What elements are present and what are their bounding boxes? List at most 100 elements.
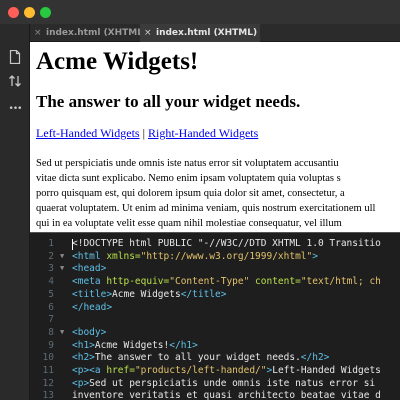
code-token: Sed ut perspiciatis unde omnis iste natu… [89,377,376,389]
code-token: </h1> [169,339,198,351]
code-text: <h1>Acme Widgets!</h1> [72,339,198,352]
code-line[interactable]: 4 <meta http-equiv="Content-Type" content… [30,275,400,288]
line-number: 9 [48,339,54,351]
code-token: <meta [72,276,107,288]
tab-label: index.html (XHTML) [46,28,140,38]
code-line[interactable]: 13 inventore veritatis et quasi architect… [30,389,400,400]
preview-heading: Acme Widgets! [36,48,199,75]
zoom-window-button[interactable] [40,7,51,18]
paragraph-line: vitae dicta sunt explicabo. Nemo enim ip… [36,173,341,184]
minimize-window-button[interactable] [24,7,35,18]
code-editor[interactable]: 1 <!DOCTYPE html PUBLIC "-//W3C//DTD XHTM… [30,233,400,400]
code-text: <head> [72,262,106,275]
line-number: 10 [42,352,54,364]
code-token: xmlns= [106,250,141,262]
code-token: <!DOCTYPE html PUBLIC "-//W3C//DTD XHTML… [72,238,381,249]
code-token: Acme Widgets [112,288,181,300]
paragraph-line: quaerat voluptatem. Ut enim ad minima ve… [36,203,376,214]
code-line[interactable]: 9 <h1>Acme Widgets!</h1> [30,339,400,352]
line-number: 6 [48,301,54,313]
tab-close-icon[interactable]: × [34,24,42,42]
fold-toggle-icon[interactable]: ▼ [60,326,68,339]
line-number: 7 [48,314,54,326]
code-line[interactable]: 5 <title>Acme Widgets</title> [30,288,400,301]
live-preview-pane: Acme Widgets! The answer to all your wid… [30,42,400,232]
code-text: <html xmlns="http://www.w3.org/1999/xhtm… [72,250,318,263]
line-number: 11 [42,365,54,376]
fold-toggle-icon[interactable]: ▼ [60,250,68,263]
link-separator: | [142,126,145,140]
right-handed-widgets-link[interactable]: Right-Handed Widgets [148,126,258,140]
side-toolbar: ••• [0,24,30,400]
code-line[interactable]: 7 [30,313,400,326]
code-text: <!DOCTYPE html PUBLIC "-//W3C//DTD XHTML… [72,237,381,250]
more-icon[interactable]: ••• [0,104,30,114]
preview-links: Left-Handed Widgets | Right-Handed Widge… [36,126,258,141]
code-token: <title> [72,288,113,300]
code-text: <p><a href="products/left-handed/">Left-… [72,364,381,377]
code-token: </title> [180,288,227,300]
code-text: <h2>The answer to all your widget needs.… [72,351,329,364]
code-token: "text/html; ch [300,276,381,288]
code-token: "Content-Type" [169,276,250,288]
code-token: content= [249,276,301,288]
tab-index-xhtml-1[interactable]: × index.html (XHTML) [30,24,140,42]
code-token: The answer to all your widget needs. [94,352,301,364]
code-token: href= [106,365,135,376]
code-token: <p><a [72,365,107,376]
code-text: <meta http-equiv="Content-Type" content=… [72,275,381,288]
line-number: 4 [48,276,54,288]
line-number: 13 [42,390,54,400]
code-token: </h2> [300,352,330,364]
code-text: <body> [72,326,106,339]
code-text: <title>Acme Widgets</title> [72,288,226,301]
code-line[interactable]: 2 ▼ <html xmlns="http://www.w3.org/1999/xh… [30,250,400,263]
line-number: 1 [48,238,54,249]
code-token: "products/left-handed/" [134,365,267,376]
code-token: <h1> [72,339,95,351]
title-bar [0,0,400,24]
code-token: <html [72,250,107,262]
tab-bar: × index.html (XHTML) × index.html (XHTML… [30,24,400,42]
file-icon[interactable] [0,50,30,64]
code-line[interactable]: 1 <!DOCTYPE html PUBLIC "-//W3C//DTD XHTM… [30,237,400,250]
tab-index-xhtml-2[interactable]: × index.html (XHTML) [140,24,260,42]
code-token: Acme Widgets! [94,339,170,351]
paragraph-line: porro quisquam est, qui dolorem ipsum qu… [36,188,345,199]
left-handed-widgets-link[interactable]: Left-Handed Widgets [36,126,140,140]
code-line[interactable]: 12 <p>Sed ut perspiciatis unde omnis iste… [30,377,400,390]
code-text: <p>Sed ut perspiciatis unde omnis iste n… [72,377,375,390]
fold-toggle-icon[interactable]: ▼ [60,262,68,275]
paragraph-line: qui in ea voluptate velit esse quam nihi… [36,218,342,229]
code-token: Left-Handed Widgets [272,365,381,376]
code-token: <body> [72,326,107,338]
code-token: </head> [72,301,113,313]
close-window-button[interactable] [8,7,19,18]
code-line[interactable]: 11 <p><a href="products/left-handed/">Lef… [30,364,400,377]
code-token: > [312,250,318,262]
code-line[interactable]: 8 ▼ <body> [30,326,400,339]
line-number: 8 [48,326,54,338]
preview-subheading: The answer to all your widget needs. [36,92,301,111]
line-number: 12 [42,377,54,389]
code-text: inventore veritatis et quasi architecto … [72,389,381,400]
code-token: inventore veritatis et quasi architecto … [72,390,381,400]
code-token: <p> [72,377,90,389]
text-cursor [72,239,73,250]
line-number: 3 [48,263,54,275]
code-token: <h2> [72,352,95,364]
line-number: 2 [48,250,54,262]
code-line[interactable]: 10 <h2>The answer to all your widget need… [30,351,400,364]
sort-arrows-icon[interactable] [0,74,30,88]
code-text: </head> [72,301,112,314]
tab-label: index.html (XHTML) [156,28,258,38]
code-token: <head> [72,263,107,275]
preview-paragraph: Sed ut perspiciatis unde omnis iste natu… [36,156,375,231]
tab-close-icon[interactable]: × [144,24,152,42]
code-token: "http://www.w3.org/1999/xhtml" [140,250,313,262]
line-number: 5 [48,288,54,300]
code-token: http-equiv= [106,276,170,288]
paragraph-line: Sed ut perspiciatis unde omnis iste natu… [36,158,339,169]
code-line[interactable]: 3 ▼ <head> [30,262,400,275]
code-line[interactable]: 6 </head> [30,301,400,314]
